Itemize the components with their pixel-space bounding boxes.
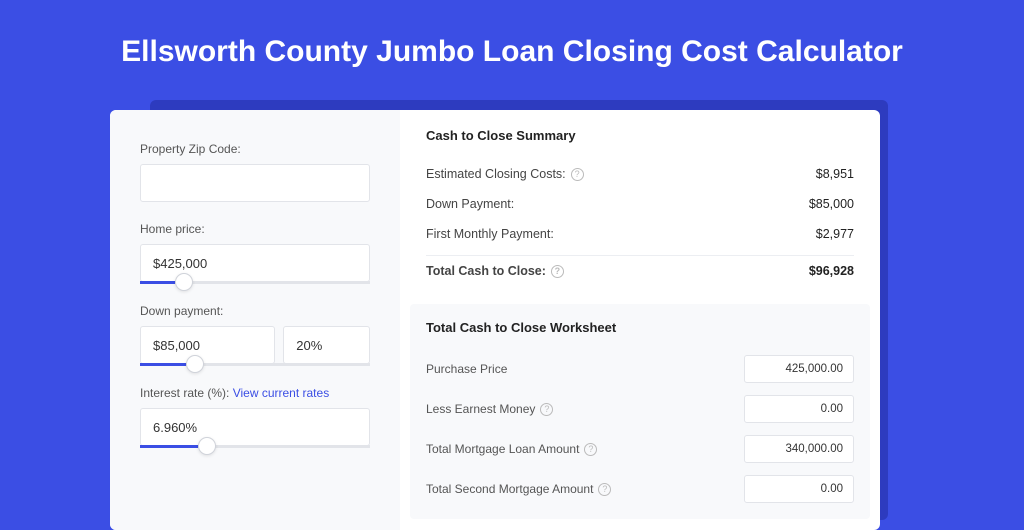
summary-value: $96,928 bbox=[809, 264, 854, 278]
worksheet-row-earnest: Less Earnest Money ? bbox=[426, 389, 854, 429]
slider-fill bbox=[140, 363, 186, 366]
help-icon[interactable]: ? bbox=[571, 168, 584, 181]
view-rates-link[interactable]: View current rates bbox=[233, 386, 330, 400]
help-icon[interactable]: ? bbox=[598, 483, 611, 496]
worksheet-label-text: Total Mortgage Loan Amount bbox=[426, 442, 579, 456]
down-payment-inputs bbox=[140, 326, 370, 364]
worksheet-label-text: Purchase Price bbox=[426, 362, 507, 376]
summary-label: Estimated Closing Costs: ? bbox=[426, 167, 584, 181]
inputs-panel: Property Zip Code: Home price: Down paym… bbox=[110, 110, 400, 530]
slider-thumb[interactable] bbox=[198, 437, 216, 455]
worksheet-input-purchase[interactable] bbox=[744, 355, 854, 383]
slider-fill bbox=[140, 281, 175, 284]
page-title: Ellsworth County Jumbo Loan Closing Cost… bbox=[0, 0, 1024, 93]
worksheet-row-purchase: Purchase Price bbox=[426, 349, 854, 389]
worksheet-label: Total Second Mortgage Amount ? bbox=[426, 482, 611, 496]
interest-rate-label: Interest rate (%): View current rates bbox=[140, 386, 370, 400]
zip-input[interactable] bbox=[140, 164, 370, 202]
interest-rate-field-group: Interest rate (%): View current rates bbox=[140, 386, 370, 448]
calculator-card: Property Zip Code: Home price: Down paym… bbox=[110, 110, 880, 530]
summary-label-text: Total Cash to Close: bbox=[426, 264, 546, 278]
summary-row-closing-costs: Estimated Closing Costs: ? $8,951 bbox=[426, 159, 854, 189]
summary-row-down-payment: Down Payment: $85,000 bbox=[426, 189, 854, 219]
slider-thumb[interactable] bbox=[175, 273, 193, 291]
help-icon[interactable]: ? bbox=[584, 443, 597, 456]
summary-label-text: Estimated Closing Costs: bbox=[426, 167, 566, 181]
help-icon[interactable]: ? bbox=[551, 265, 564, 278]
down-payment-input[interactable] bbox=[140, 326, 275, 364]
zip-label: Property Zip Code: bbox=[140, 142, 370, 156]
worksheet-input-mortgage[interactable] bbox=[744, 435, 854, 463]
interest-rate-slider[interactable] bbox=[140, 445, 370, 448]
worksheet-label: Total Mortgage Loan Amount ? bbox=[426, 442, 597, 456]
summary-title: Cash to Close Summary bbox=[426, 128, 854, 143]
home-price-field-group: Home price: bbox=[140, 222, 370, 284]
zip-field-group: Property Zip Code: bbox=[140, 142, 370, 202]
down-payment-label: Down payment: bbox=[140, 304, 370, 318]
summary-row-total: Total Cash to Close: ? $96,928 bbox=[426, 256, 854, 286]
down-payment-pct-input[interactable] bbox=[283, 326, 370, 364]
down-payment-slider[interactable] bbox=[140, 363, 370, 366]
summary-label-text: Down Payment: bbox=[426, 197, 514, 211]
home-price-label: Home price: bbox=[140, 222, 370, 236]
summary-value: $2,977 bbox=[816, 227, 854, 241]
results-panel: Cash to Close Summary Estimated Closing … bbox=[400, 110, 880, 530]
help-icon[interactable]: ? bbox=[540, 403, 553, 416]
summary-label: Total Cash to Close: ? bbox=[426, 264, 564, 278]
interest-rate-input[interactable] bbox=[140, 408, 370, 446]
summary-value: $8,951 bbox=[816, 167, 854, 181]
home-price-slider[interactable] bbox=[140, 281, 370, 284]
worksheet-label: Less Earnest Money ? bbox=[426, 402, 553, 416]
worksheet-input-second-mortgage[interactable] bbox=[744, 475, 854, 503]
summary-label: Down Payment: bbox=[426, 197, 514, 211]
worksheet-label-text: Less Earnest Money bbox=[426, 402, 535, 416]
summary-row-first-payment: First Monthly Payment: $2,977 bbox=[426, 219, 854, 249]
worksheet-row-second-mortgage: Total Second Mortgage Amount ? bbox=[426, 469, 854, 509]
worksheet-label: Purchase Price bbox=[426, 362, 507, 376]
down-payment-field-group: Down payment: bbox=[140, 304, 370, 366]
worksheet-title: Total Cash to Close Worksheet bbox=[426, 320, 854, 335]
worksheet-row-mortgage: Total Mortgage Loan Amount ? bbox=[426, 429, 854, 469]
home-price-input[interactable] bbox=[140, 244, 370, 282]
slider-fill bbox=[140, 445, 198, 448]
worksheet-input-earnest[interactable] bbox=[744, 395, 854, 423]
summary-label-text: First Monthly Payment: bbox=[426, 227, 554, 241]
summary-value: $85,000 bbox=[809, 197, 854, 211]
interest-rate-label-text: Interest rate (%): bbox=[140, 386, 233, 400]
summary-label: First Monthly Payment: bbox=[426, 227, 554, 241]
worksheet-section: Total Cash to Close Worksheet Purchase P… bbox=[410, 304, 870, 519]
slider-thumb[interactable] bbox=[186, 355, 204, 373]
worksheet-label-text: Total Second Mortgage Amount bbox=[426, 482, 593, 496]
